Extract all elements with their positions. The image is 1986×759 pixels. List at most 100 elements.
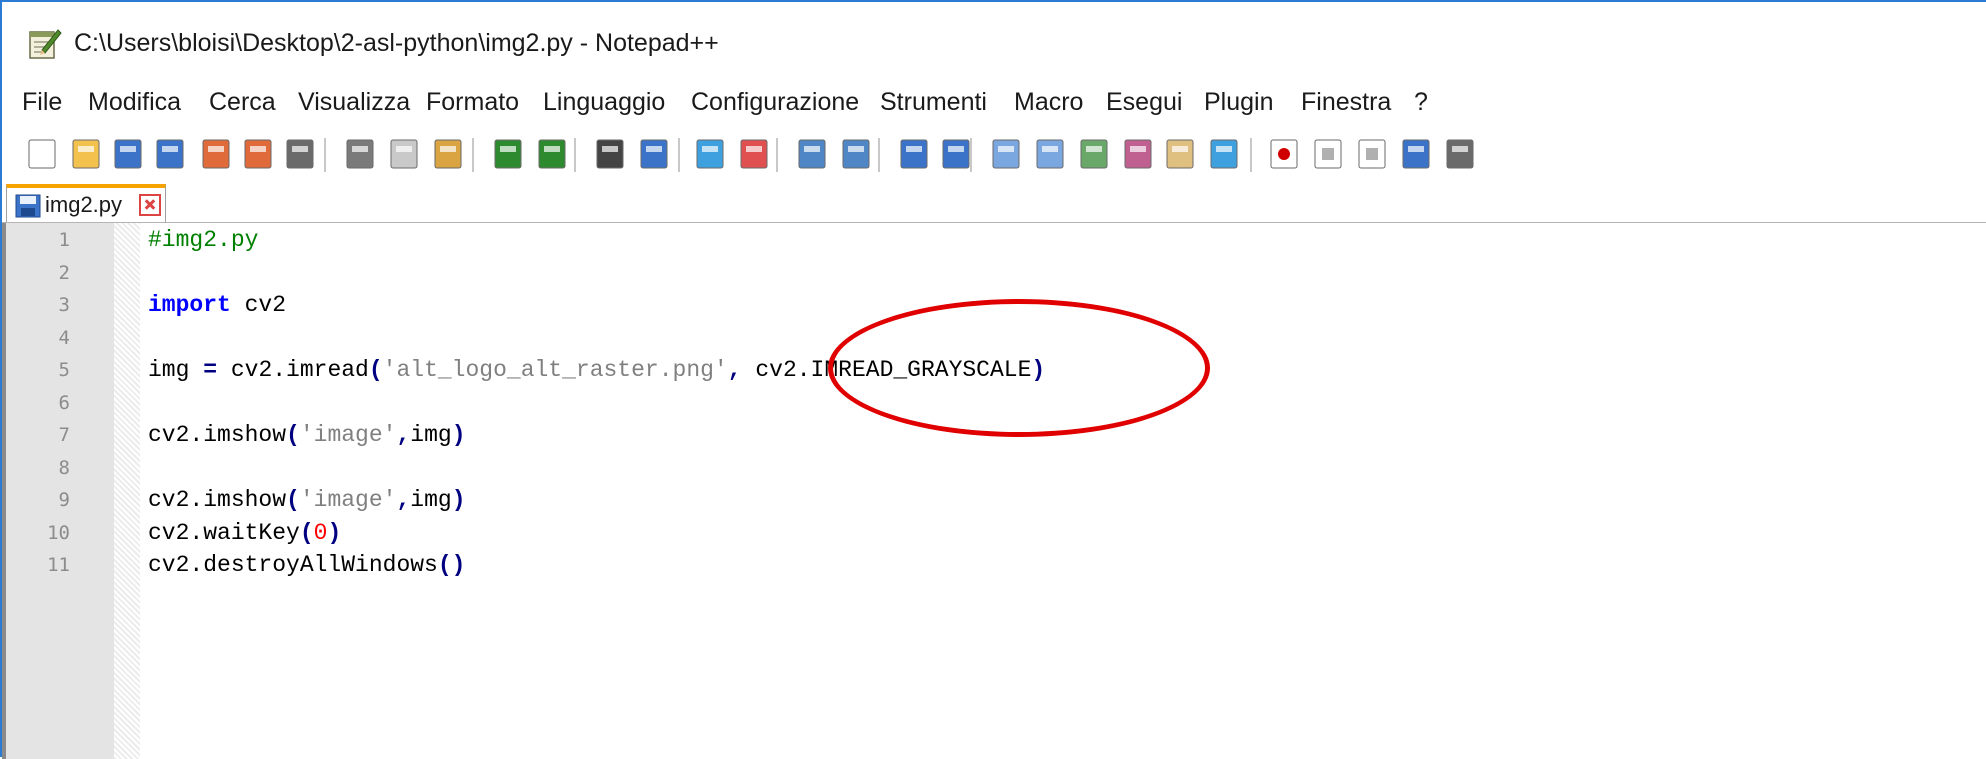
zoom-in-icon[interactable] (692, 136, 728, 172)
udl-icon[interactable] (1032, 136, 1068, 172)
code-token: ( (368, 357, 383, 383)
run-macro-multiple-icon[interactable] (1398, 136, 1434, 172)
code-token: ) (327, 519, 342, 546)
code-token: 'image' (299, 422, 397, 448)
copy-icon[interactable] (386, 136, 422, 172)
menu-plugin[interactable]: Plugin (1204, 88, 1274, 117)
sync-vertical-icon[interactable] (794, 136, 830, 172)
code-line[interactable]: 8 (6, 453, 1986, 485)
menu-strumenti[interactable]: Strumenti (880, 88, 987, 117)
close-all-icon[interactable] (240, 136, 276, 172)
line-number: 11 (47, 554, 70, 576)
folder-workspace-icon[interactable] (1162, 136, 1198, 172)
code-token: cv2 (230, 292, 287, 318)
menu-linguaggio[interactable]: Linguaggio (543, 88, 665, 117)
close-icon[interactable] (198, 136, 234, 172)
code-text: cv2.destroyAllWindows() (148, 552, 465, 578)
menu-bar: File Modifica Cerca Visualizza Formato Lingua… (2, 82, 1986, 126)
code-text: cv2.waitKey(0) (148, 520, 341, 546)
sync-horizontal-icon[interactable] (838, 136, 874, 172)
save-macro-icon[interactable] (1442, 136, 1478, 172)
code-line[interactable]: 2 (6, 258, 1986, 290)
monitoring-icon[interactable] (1206, 136, 1242, 172)
close-tab-icon[interactable] (139, 194, 161, 216)
menu-modifica[interactable]: Modifica (88, 88, 181, 117)
new-file-icon[interactable] (24, 136, 60, 172)
undo-icon[interactable] (490, 136, 526, 172)
line-number: 4 (58, 326, 70, 349)
word-wrap-icon[interactable] (896, 136, 932, 172)
code-token: 'image' (299, 487, 397, 513)
code-line[interactable]: 1 #img2.py (6, 225, 1986, 257)
code-token: ( (286, 487, 300, 513)
toolbar-separator (1250, 138, 1252, 172)
find-icon[interactable] (592, 136, 628, 172)
title-bar[interactable]: C:\Users\bloisi\Desktop\2-asl-python\img… (2, 2, 1986, 82)
code-token: cv2.waitKey (148, 519, 300, 546)
menu-help[interactable]: ? (1414, 88, 1428, 117)
line-number: 8 (58, 456, 70, 479)
redo-icon[interactable] (534, 136, 570, 172)
indent-guide-icon[interactable] (988, 136, 1024, 172)
toolbar-separator (878, 138, 880, 172)
line-number: 9 (58, 489, 70, 511)
code-text: import cv2 (148, 292, 286, 318)
tab-strip: img2.py (2, 184, 1986, 224)
paste-icon[interactable] (430, 136, 466, 172)
code-line[interactable]: 9 cv2.imshow('image',img) (6, 485, 1986, 517)
zoom-out-icon[interactable] (736, 136, 772, 172)
cut-icon[interactable] (342, 136, 378, 172)
line-number: 3 (58, 294, 70, 316)
menu-macro[interactable]: Macro (1014, 88, 1083, 117)
line-number: 6 (58, 391, 70, 414)
toolbar-separator (472, 138, 474, 172)
notepad-pen-icon (29, 29, 62, 59)
line-number: 1 (58, 229, 70, 251)
toolbar-separator (776, 138, 778, 172)
line-number: 7 (58, 424, 70, 446)
notepad-plus-plus-window: C:\Users\bloisi\Desktop\2-asl-python\img… (0, 0, 1986, 759)
code-token: ( (286, 422, 300, 448)
highlight-ellipse-annotation (828, 299, 1210, 437)
code-text: #img2.py (148, 227, 258, 253)
toolbar-separator (324, 138, 326, 172)
replace-icon[interactable] (636, 136, 672, 172)
menu-formato[interactable]: Formato (426, 88, 519, 117)
code-token: 'alt_logo_alt_raster.png' (382, 357, 728, 383)
show-all-chars-icon[interactable] (938, 136, 974, 172)
toolbar-separator (970, 138, 972, 172)
menu-file[interactable]: File (22, 88, 62, 117)
code-token: () (437, 552, 466, 578)
code-token: , (396, 487, 411, 513)
code-token: import (148, 292, 231, 318)
save-icon[interactable] (110, 136, 146, 172)
code-token: img (410, 487, 452, 513)
record-macro-icon[interactable] (1266, 136, 1302, 172)
stop-macro-icon[interactable] (1310, 136, 1346, 172)
doc-map-icon[interactable] (1076, 136, 1112, 172)
code-line[interactable]: 11 cv2.destroyAllWindows() (6, 550, 1986, 582)
open-file-icon[interactable] (68, 136, 104, 172)
play-macro-icon[interactable] (1354, 136, 1390, 172)
menu-esegui[interactable]: Esegui (1106, 88, 1182, 117)
function-list-icon[interactable] (1120, 136, 1156, 172)
save-all-icon[interactable] (152, 136, 188, 172)
code-text: cv2.imshow('image',img) (148, 422, 466, 448)
tab-label: img2.py (45, 192, 123, 217)
toolbar-separator (678, 138, 680, 172)
code-token: ) (451, 422, 466, 448)
print-icon[interactable] (282, 136, 318, 172)
menu-finestra[interactable]: Finestra (1301, 88, 1391, 117)
line-number: 2 (58, 261, 70, 284)
menu-cerca[interactable]: Cerca (209, 88, 276, 117)
code-token: img (148, 357, 204, 383)
line-number: 5 (58, 359, 70, 381)
menu-configurazione[interactable]: Configurazione (691, 88, 859, 117)
tab-img2-py[interactable]: img2.py (6, 184, 166, 222)
code-line[interactable]: 10 cv2.waitKey(0) (6, 518, 1986, 550)
code-token: cv2.destroyAllWindows (148, 552, 438, 578)
menu-visualizza[interactable]: Visualizza (298, 88, 410, 117)
code-token: , (396, 422, 411, 448)
line-number: 10 (47, 521, 70, 544)
code-token: cv2.imshow (148, 487, 287, 513)
